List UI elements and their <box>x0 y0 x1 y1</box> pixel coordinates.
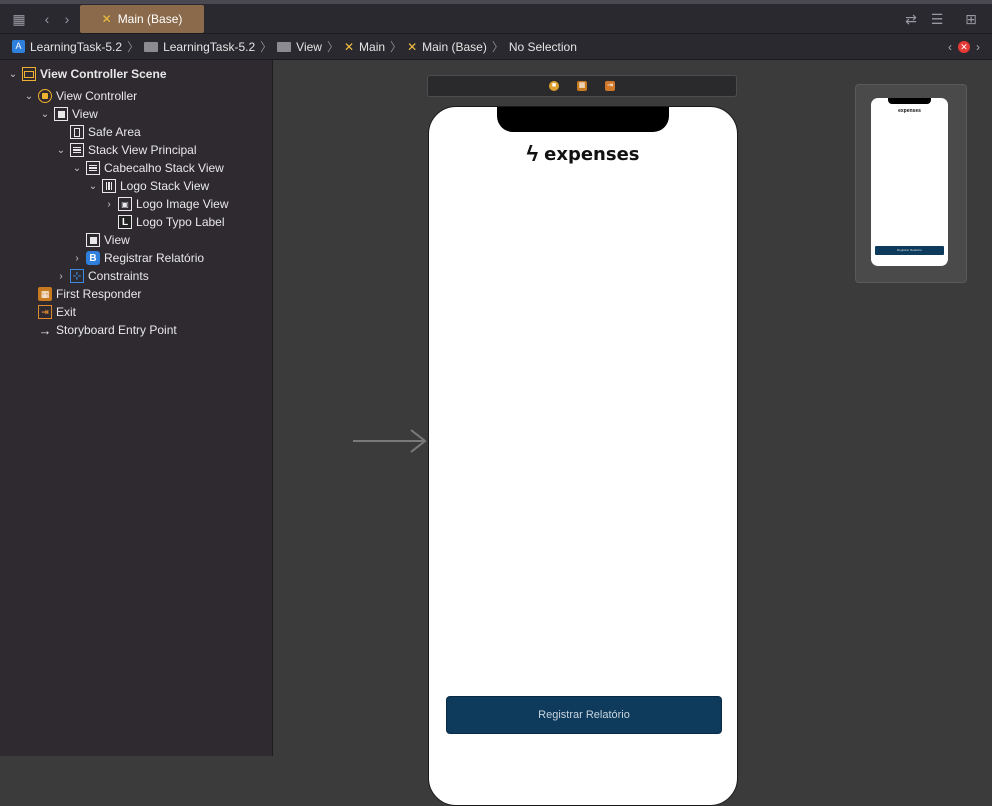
app-icon: A <box>12 40 25 53</box>
outline-row-entry-point[interactable]: → Storyboard Entry Point <box>24 321 177 339</box>
outline-row-logo-typo-label[interactable]: L Logo Typo Label <box>104 213 225 231</box>
chevron-left-icon[interactable]: ‹ <box>948 40 952 54</box>
breadcrumb-view-folder[interactable]: View <box>277 40 322 54</box>
chevron-right-icon: 〉 <box>326 40 339 54</box>
storyboard-icon: ✕ <box>101 12 112 26</box>
horizontal-stack-icon <box>102 179 116 193</box>
tab-main-base[interactable]: ✕ Main (Base) <box>80 5 204 33</box>
storyboard-icon: ✕ <box>407 39 418 54</box>
back-arrow-icon[interactable]: ‹ <box>38 10 56 28</box>
outline-row-first-responder[interactable]: ▦ First Responder <box>24 285 141 303</box>
storyboard-icon: ✕ <box>343 39 355 54</box>
outline-row-safe-area[interactable]: Safe Area <box>56 123 141 141</box>
view-controller-icon <box>38 89 52 103</box>
minimap-logo: expenses <box>898 108 921 114</box>
chevron-right-icon: 〉 <box>491 40 504 54</box>
breadcrumb-selection[interactable]: No Selection <box>509 40 577 54</box>
registrar-relatorio-button[interactable]: Registrar Relatório <box>446 696 722 734</box>
image-view-icon: ▣ <box>118 197 132 211</box>
chevron-down-icon[interactable]: ⌄ <box>72 163 82 174</box>
outline-row-scene[interactable]: ⌄ View Controller Scene <box>8 65 167 83</box>
chevron-right-icon: 〉 <box>390 40 403 54</box>
breadcrumb-main-base[interactable]: ✕ Main (Base) <box>407 40 487 54</box>
outline-row-cabecalho-stack-view[interactable]: ⌄ Cabecalho Stack View <box>72 159 224 177</box>
chevron-down-icon[interactable]: ⌄ <box>40 109 50 120</box>
entry-point-arrow[interactable] <box>353 428 429 454</box>
arrow-right-icon: → <box>38 322 52 338</box>
minimap-button: Registrar Relatório <box>875 246 944 255</box>
forward-arrow-icon[interactable]: › <box>58 10 76 28</box>
outline-row-constraints[interactable]: › ⊹ Constraints <box>56 267 149 285</box>
folder-icon <box>144 41 159 52</box>
breadcrumb-project[interactable]: A LearningTask-5.2 <box>12 40 122 54</box>
logo-stack[interactable]: ϟ expenses <box>429 143 737 165</box>
view-controller-icon[interactable]: ■ <box>549 81 559 91</box>
device-notch <box>497 107 669 132</box>
document-outline: ⌄ View Controller Scene ⌄ View Controlle… <box>0 60 273 756</box>
view-icon <box>86 233 100 247</box>
outline-row-inner-view[interactable]: View <box>72 231 130 249</box>
storyboard-canvas[interactable]: ■ ▦ ⇥ ϟ expenses Registrar Relatório exp… <box>273 60 992 806</box>
add-editor-icon[interactable]: ⊞ <box>962 10 980 28</box>
constraints-icon: ⊹ <box>70 269 84 283</box>
label-icon: L <box>118 215 132 229</box>
scene-dock: ■ ▦ ⇥ <box>427 75 737 97</box>
tab-label: Main (Base) <box>117 12 183 26</box>
canvas-minimap[interactable]: expenses Registrar Relatório <box>855 84 967 283</box>
error-icon[interactable]: ✕ <box>958 41 970 53</box>
chevron-right-icon: 〉 <box>260 40 273 54</box>
first-responder-icon[interactable]: ▦ <box>577 81 587 91</box>
chevron-right-icon[interactable]: › <box>56 271 66 282</box>
view-icon <box>54 107 68 121</box>
breadcrumb-main[interactable]: ✕ Main <box>344 40 385 54</box>
outline-row-stack-view-principal[interactable]: ⌄ Stack View Principal <box>56 141 197 159</box>
issue-navigator: ‹ ✕ › <box>948 40 980 54</box>
chevron-right-icon[interactable]: › <box>976 40 980 54</box>
chevron-down-icon[interactable]: ⌄ <box>88 181 98 192</box>
chevron-right-icon[interactable]: › <box>104 199 114 210</box>
scene-icon <box>22 67 36 81</box>
list-icon[interactable]: ☰ <box>928 10 946 28</box>
safe-area-icon <box>70 125 84 139</box>
logo-typo-label[interactable]: expenses <box>544 144 639 165</box>
tab-bar: ▦ ‹ › ✕ Main (Base) ⇄ ☰ ⊞ <box>0 0 992 34</box>
minimap-phone: expenses Registrar Relatório <box>871 98 948 266</box>
chevron-down-icon[interactable]: ⌄ <box>56 145 66 156</box>
first-responder-icon: ▦ <box>38 287 52 301</box>
chevron-right-icon[interactable]: › <box>72 253 82 264</box>
outline-row-logo-image-view[interactable]: › ▣ Logo Image View <box>104 195 229 213</box>
iphone-scene[interactable]: ϟ expenses Registrar Relatório <box>428 106 738 806</box>
chevron-down-icon[interactable]: ⌄ <box>8 69 18 80</box>
button-icon: B <box>86 251 100 265</box>
outline-row-view-controller[interactable]: ⌄ View Controller <box>24 87 137 105</box>
minimap-notch <box>888 98 931 104</box>
exit-icon: ⇥ <box>38 305 52 319</box>
outline-row-exit[interactable]: ⇥ Exit <box>24 303 76 321</box>
outline-row-registrar-button[interactable]: › B Registrar Relatório <box>72 249 204 267</box>
outline-row-logo-stack-view[interactable]: ⌄ Logo Stack View <box>88 177 209 195</box>
chevron-right-icon: 〉 <box>127 40 140 54</box>
folder-icon <box>277 41 292 52</box>
grid-icon[interactable]: ▦ <box>10 10 28 28</box>
exit-icon[interactable]: ⇥ <box>605 81 615 91</box>
vertical-stack-icon <box>86 161 100 175</box>
vertical-stack-icon <box>70 143 84 157</box>
outline-row-view[interactable]: ⌄ View <box>40 105 98 123</box>
breadcrumb: A LearningTask-5.2 〉 LearningTask-5.2 〉 V… <box>0 34 992 60</box>
breadcrumb-folder[interactable]: LearningTask-5.2 <box>144 40 255 54</box>
chevron-down-icon[interactable]: ⌄ <box>24 91 34 102</box>
swap-icon[interactable]: ⇄ <box>902 10 920 28</box>
expenses-logo-icon[interactable]: ϟ <box>526 143 538 165</box>
